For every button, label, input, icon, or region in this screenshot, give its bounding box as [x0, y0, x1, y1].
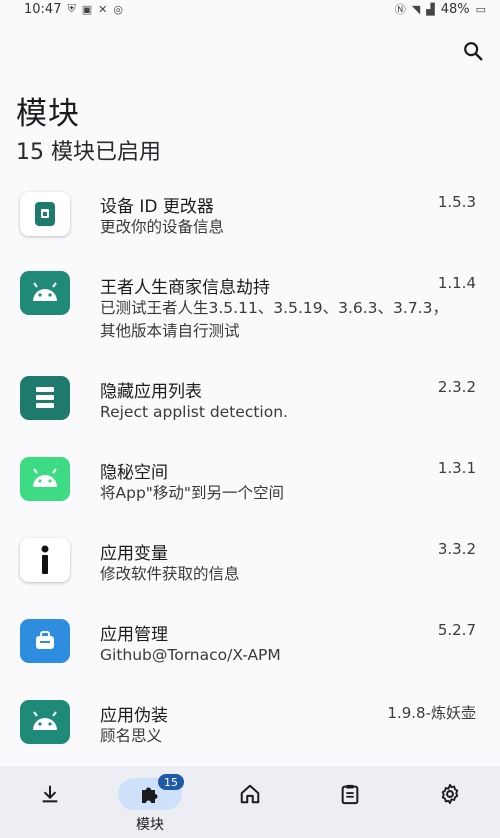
- nav-settings[interactable]: [400, 766, 500, 838]
- module-description: 顾名思义: [100, 727, 163, 745]
- module-name: 王者人生商家信息劫持: [100, 278, 270, 298]
- bottom-navigation: 15 模块: [0, 766, 500, 838]
- info-icon: [20, 538, 70, 582]
- module-item-wangzhe[interactable]: 王者人生商家信息劫持 已测试王者人生3.5.11、3.5.19、3.6.3、3.…: [0, 257, 500, 361]
- module-name: 应用伪装: [100, 706, 168, 726]
- clipboard-icon: [341, 784, 359, 805]
- mute-icon: ✕: [98, 2, 108, 16]
- enabled-count: 15 模块已启用: [16, 140, 161, 165]
- module-name: 隐藏应用列表: [100, 382, 202, 402]
- nav-logs-icon-wrap: [318, 778, 382, 810]
- module-name: 设备 ID 更改器: [100, 197, 214, 217]
- module-count-badge: 15: [158, 774, 184, 790]
- module-version: 5.2.7: [437, 621, 476, 639]
- nav-logs[interactable]: [300, 766, 400, 838]
- module-name: 应用管理: [100, 625, 168, 645]
- module-description: Github@Tornaco/X-APM: [100, 646, 281, 664]
- module-name: 隐秘空间: [100, 463, 168, 483]
- module-item-app-disguise[interactable]: 应用伪装 顾名思义 1.9.8-炼妖壶: [0, 685, 500, 766]
- module-version: 1.9.8-炼妖壶: [387, 704, 476, 722]
- module-item-hidden-space[interactable]: 隐秘空间 将App"移动"到另一个空间 1.3.1: [0, 442, 500, 523]
- module-description: 已测试王者人生3.5.11、3.5.19、3.6.3、3.7.3，其他版本请自行…: [100, 299, 448, 340]
- page-title: 模块: [16, 96, 80, 132]
- image-icon: ▣: [81, 2, 93, 16]
- module-list: 设备 ID 更改器 更改你的设备信息 1.5.3 王者人生商家信息劫持 已测试王…: [0, 176, 500, 766]
- device-id-icon: [20, 192, 70, 236]
- app-manager-icon: [20, 619, 70, 663]
- gear-icon: [441, 783, 459, 805]
- module-item-hide-applist[interactable]: 隐藏应用列表 Reject applist detection. 2.3.2: [0, 361, 500, 442]
- module-description: 更改你的设备信息: [100, 218, 225, 236]
- nav-home[interactable]: [200, 766, 300, 838]
- search-icon: [464, 42, 483, 61]
- nav-settings-icon-wrap: [418, 778, 482, 810]
- module-item-app-manager[interactable]: 应用管理 Github@Tornaco/X-APM 5.2.7: [0, 604, 500, 685]
- module-description: 修改软件获取的信息: [100, 565, 240, 583]
- battery-level: 48%: [440, 1, 470, 17]
- nfc-icon: Ⓝ: [394, 3, 406, 16]
- nav-modules-icon-wrap: 15: [118, 774, 184, 810]
- module-description: Reject applist detection.: [100, 403, 288, 421]
- module-version: 1.1.4: [437, 274, 476, 292]
- signal-icon: ▟: [426, 2, 435, 16]
- status-bar: 10:47 ⛨ ▣ ✕ ◎ Ⓝ ◥ ▟ 48% ▭: [0, 0, 500, 18]
- android-icon: [20, 457, 70, 501]
- nav-download-icon-wrap: [18, 778, 82, 810]
- module-name: 应用变量: [100, 544, 168, 564]
- nav-modules[interactable]: 15 模块: [100, 766, 200, 838]
- nav-home-icon-wrap: [218, 778, 282, 810]
- module-version: 1.5.3: [437, 193, 476, 211]
- module-version: 1.3.1: [437, 459, 476, 477]
- hotspot-icon: ◎: [113, 2, 123, 16]
- nav-download[interactable]: [0, 766, 100, 838]
- module-description: 将App"移动"到另一个空间: [100, 484, 285, 502]
- module-version: 2.3.2: [437, 378, 476, 396]
- module-version: 3.3.2: [437, 540, 476, 558]
- android-icon: [20, 700, 70, 744]
- wifi-icon: ◥: [411, 2, 421, 16]
- home-icon: [240, 784, 260, 804]
- nav-modules-label: 模块: [136, 817, 164, 833]
- top-app-bar: [0, 32, 500, 72]
- battery-icon: ▭: [475, 2, 486, 16]
- shield-icon: ⛨: [67, 2, 76, 15]
- search-button[interactable]: [458, 36, 488, 66]
- list-icon: [20, 376, 70, 420]
- module-item-app-variables[interactable]: 应用变量 修改软件获取的信息 3.3.2: [0, 523, 500, 604]
- android-icon: [20, 271, 70, 315]
- module-item-device-id[interactable]: 设备 ID 更改器 更改你的设备信息 1.5.3: [0, 176, 500, 257]
- status-time: 10:47: [24, 1, 62, 17]
- download-icon: [42, 785, 58, 803]
